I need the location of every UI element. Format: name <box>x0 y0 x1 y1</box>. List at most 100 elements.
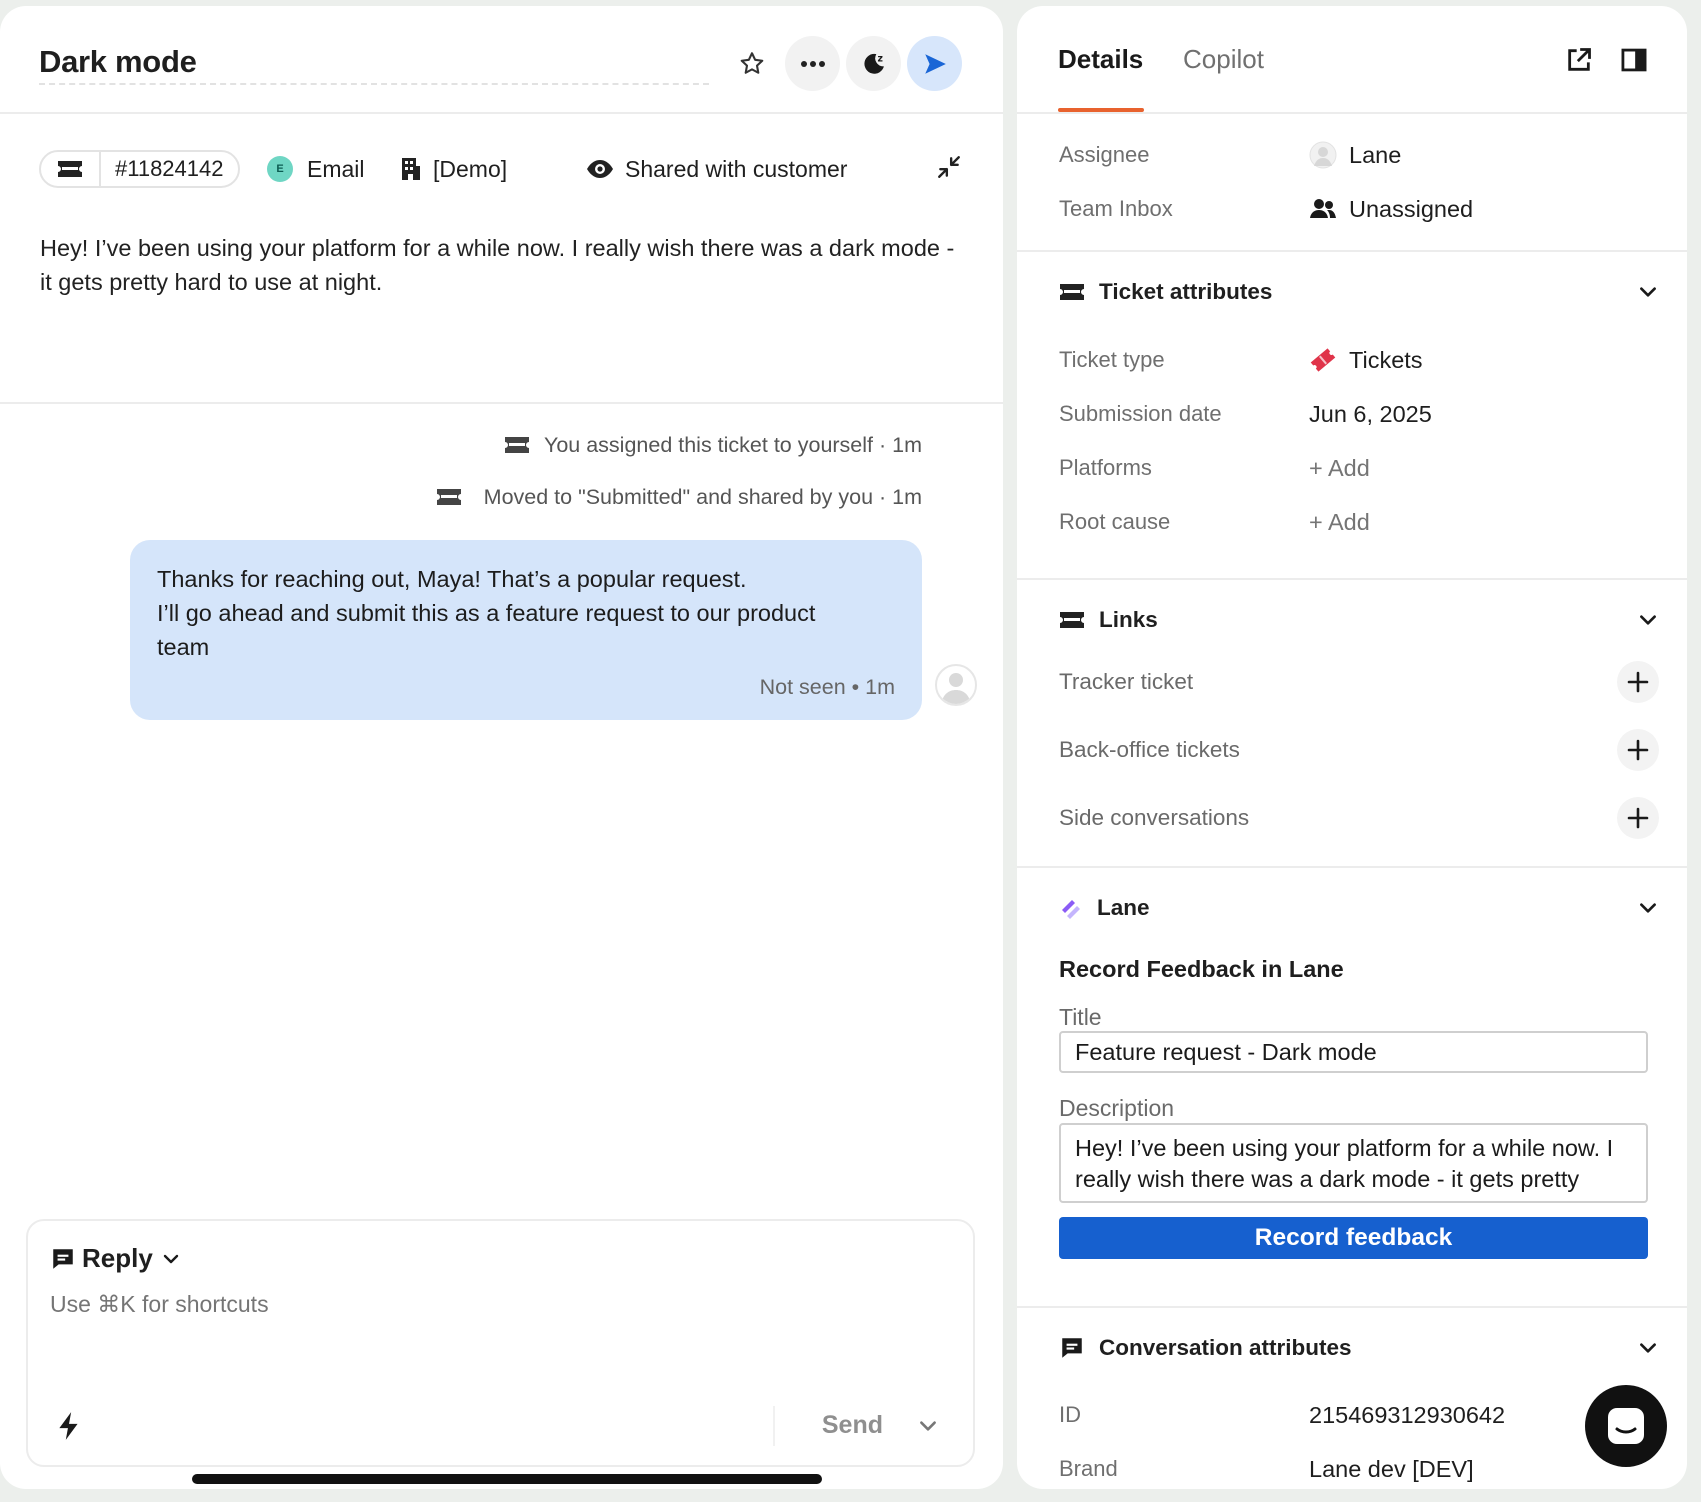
team-inbox-label: Team Inbox <box>1059 196 1173 221</box>
customer-message: Hey! I’ve been using your platform for a… <box>40 235 955 295</box>
link-item-back-office-tickets: Back-office tickets <box>1059 728 1659 772</box>
feedback-title-input[interactable] <box>1059 1031 1648 1073</box>
add-back-office-ticket-button[interactable] <box>1617 729 1659 771</box>
ticket-id-pill[interactable]: #11824142 <box>39 150 240 188</box>
messenger-launcher[interactable] <box>1585 1385 1667 1467</box>
open-external-icon[interactable] <box>1565 46 1593 74</box>
lane-subtitle: Record Feedback in Lane <box>1059 956 1344 982</box>
add-side-conversation-button[interactable] <box>1617 797 1659 839</box>
snooze-moon-icon: z <box>863 53 884 74</box>
collapse-icon[interactable] <box>936 154 962 180</box>
link-item-tracker-ticket: Tracker ticket <box>1059 660 1659 704</box>
company-item[interactable]: [Demo] <box>400 150 507 188</box>
conversation-panel: Dark mode z #11824142 E Email [Demo] Sha… <box>0 6 1003 1489</box>
reply-mode-selector[interactable]: Reply <box>50 1243 187 1274</box>
root-cause-row[interactable]: Root cause + Add <box>1059 502 1659 542</box>
lane-title: Lane <box>1097 895 1150 920</box>
tab-copilot[interactable]: Copilot <box>1183 44 1264 75</box>
channel-label: Email <box>307 155 365 182</box>
team-inbox-row[interactable]: Team Inbox Unassigned <box>1059 189 1659 229</box>
attribute-value: Lane dev [DEV] <box>1309 1455 1474 1482</box>
visibility-label: Shared with customer <box>625 155 848 182</box>
send-button[interactable]: Send <box>822 1411 883 1440</box>
messenger-icon <box>1608 1408 1644 1444</box>
attribute-label: Brand <box>1059 1456 1118 1481</box>
section-divider <box>1017 1306 1687 1308</box>
conversation-id-row: ID 215469312930642 <box>1059 1395 1659 1435</box>
plus-icon <box>1627 671 1649 693</box>
add-platform-link[interactable]: + Add <box>1309 455 1370 482</box>
star-button[interactable] <box>724 36 779 91</box>
chat-bubble-icon <box>1062 1338 1082 1358</box>
avatar-icon <box>1309 141 1337 169</box>
attribute-label: Platforms <box>1059 455 1152 480</box>
reply-line: Thanks for reaching out, Maya! That’s a … <box>157 566 747 592</box>
conversation-attributes-header[interactable]: Conversation attributes <box>1059 1328 1659 1368</box>
conversation-title[interactable]: Dark mode <box>39 44 197 80</box>
more-options-button[interactable] <box>785 36 840 91</box>
ticket-icon <box>504 437 529 453</box>
timeline-event: Moved to "Submitted" and shared by you ·… <box>436 482 922 512</box>
add-tracker-ticket-button[interactable] <box>1617 661 1659 703</box>
company-label: [Demo] <box>433 155 508 182</box>
attribute-value-wrap: Tickets <box>1309 346 1423 374</box>
attribute-value: Jun 6, 2025 <box>1309 400 1432 427</box>
feedback-description-textarea[interactable]: Hey! I’ve been using your platform for a… <box>1059 1123 1648 1203</box>
record-feedback-button[interactable]: Record feedback <box>1059 1217 1648 1259</box>
chevron-down-icon <box>1640 287 1656 297</box>
attribute-value: Tickets <box>1349 346 1423 373</box>
attribute-label: Root cause <box>1059 509 1171 534</box>
ticket-icon <box>436 489 461 505</box>
attribute-label: Submission date <box>1059 401 1222 426</box>
submission-date-row[interactable]: Submission date Jun 6, 2025 <box>1059 394 1659 434</box>
link-label: Tracker ticket <box>1059 669 1194 694</box>
svg-text:z: z <box>877 53 882 64</box>
plus-icon <box>1627 807 1649 829</box>
ticket-meta-row: #11824142 E Email [Demo] Shared with cus… <box>39 150 969 188</box>
channel-badge: E <box>267 156 293 182</box>
team-inbox-value-wrap: Unassigned <box>1309 196 1473 223</box>
more-icon <box>800 60 825 67</box>
lightning-icon[interactable] <box>56 1411 82 1441</box>
reply-composer: Reply Send <box>26 1219 975 1467</box>
plus-icon <box>1627 739 1649 761</box>
ticket-id: #11824142 <box>115 156 224 181</box>
title-field-label: Title <box>1059 1004 1102 1030</box>
chevron-down-icon <box>1640 1343 1656 1353</box>
agent-avatar[interactable] <box>935 664 977 706</box>
ticket-type-icon <box>1310 348 1336 372</box>
ticket-attributes-title: Ticket attributes <box>1099 279 1273 304</box>
conversation-header: Dark mode z <box>0 6 1003 114</box>
snooze-button[interactable]: z <box>846 36 901 91</box>
send-to-button[interactable] <box>907 36 962 91</box>
title-underline <box>39 83 709 85</box>
event-text: You assigned this ticket to yourself · 1… <box>543 432 922 457</box>
channel-item: E Email <box>267 150 365 188</box>
ticket-type-row[interactable]: Ticket type Tickets <box>1059 340 1659 380</box>
attribute-label: Ticket type <box>1059 347 1165 372</box>
lane-app-header[interactable]: Lane <box>1059 888 1659 928</box>
ticket-icon <box>1060 284 1084 300</box>
chat-bubble-icon <box>53 1248 73 1269</box>
attribute-value: 215469312930642 <box>1309 1401 1506 1428</box>
links-header[interactable]: Links <box>1059 600 1659 640</box>
ticket-icon <box>58 161 82 177</box>
visibility-item: Shared with customer <box>586 150 847 188</box>
link-label: Back-office tickets <box>1059 737 1240 762</box>
sidebar-toggle-icon[interactable] <box>1620 46 1648 74</box>
brand-row[interactable]: Brand Lane dev [DEV] <box>1059 1449 1659 1489</box>
add-root-cause-link[interactable]: + Add <box>1309 509 1370 536</box>
reply-input[interactable] <box>50 1291 910 1318</box>
chevron-down-icon <box>1640 615 1656 625</box>
platforms-row[interactable]: Platforms + Add <box>1059 448 1659 488</box>
home-indicator <box>192 1474 822 1484</box>
link-item-side-conversations: Side conversations <box>1059 796 1659 840</box>
ticket-attributes-header[interactable]: Ticket attributes <box>1059 272 1659 312</box>
agent-reply-bubble[interactable]: Thanks for reaching out, Maya! That’s a … <box>130 540 922 720</box>
chevron-down-icon <box>163 1254 179 1263</box>
sidebar-tabs: Details Copilot <box>1017 6 1687 114</box>
event-text: Moved to "Submitted" and shared by you ·… <box>483 484 922 509</box>
tab-details[interactable]: Details <box>1058 44 1143 75</box>
chevron-down-icon[interactable] <box>917 1415 939 1437</box>
assignee-row[interactable]: Assignee Lane <box>1059 135 1659 175</box>
